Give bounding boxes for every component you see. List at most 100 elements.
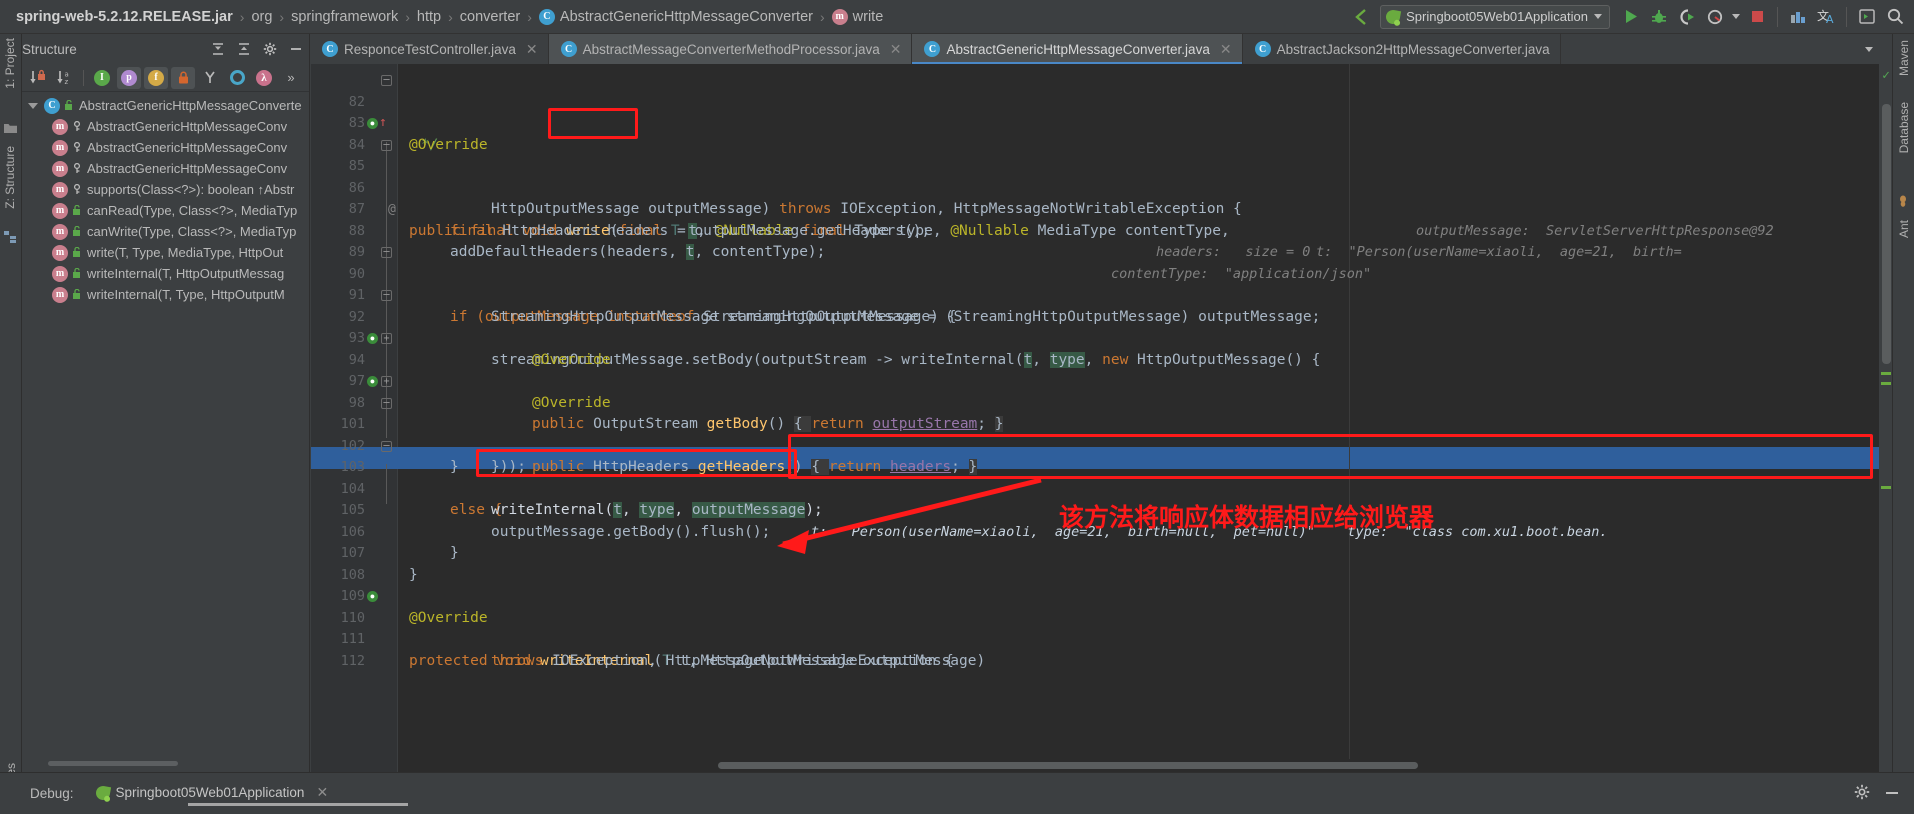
tool-window-database[interactable]: Database [1897, 102, 1911, 153]
tree-node-method[interactable]: m AbstractGenericHttpMessageConv [22, 116, 309, 137]
breakpoint-icon[interactable]: ● [367, 591, 378, 602]
debug-session-tab[interactable]: Springboot05Web01Application ✕ [94, 784, 328, 803]
breadcrumb-item-http[interactable]: http [411, 9, 447, 25]
tab-abstract-message-converter-method-processor[interactable]: C AbstractMessageConverterMethodProcesso… [548, 34, 913, 64]
sort-by-visibility-icon[interactable] [26, 67, 50, 89]
tree-node-write-internal-1[interactable]: m writeInternal(T, HttpOutputMessag [22, 263, 309, 284]
tool-window-structure[interactable]: Z: Structure [3, 146, 17, 209]
code-line-111[interactable]: 111 throws IOException, HttpMessageNotWr… [311, 608, 1892, 669]
tab-responce-test-controller[interactable]: C ResponceTestController.java ✕ [310, 34, 549, 64]
back-navigation-icon[interactable] [1348, 4, 1374, 30]
code-line-101[interactable]: 101 ─ })); [311, 393, 1892, 475]
terminal-button[interactable] [1854, 4, 1880, 30]
scrollbar-thumb[interactable] [718, 762, 1418, 769]
scroll-marker-change[interactable] [1881, 382, 1891, 385]
code-line-98[interactable]: 98 ● + public HttpHeaders getHeaders() {… [311, 371, 1892, 475]
code-line-112[interactable]: 112 [311, 629, 1892, 669]
translate-button[interactable]: 文 A [1813, 4, 1839, 30]
breadcrumb-item-org[interactable]: org [245, 9, 278, 25]
show-lambdas-icon[interactable]: λ [252, 67, 276, 89]
tab-abstract-generic-http-message-converter[interactable]: C AbstractGenericHttpMessageConverter.ja… [912, 34, 1243, 64]
close-icon[interactable]: ✕ [890, 41, 902, 58]
code-line-103[interactable]: 103 ─ else { [311, 436, 1892, 518]
run-configuration-selector[interactable]: Springboot05Web01Application [1380, 4, 1610, 29]
breadcrumb-item-jar[interactable]: spring-web-5.2.12.RELEASE.jar [10, 9, 239, 25]
code-line-91[interactable]: 91 StreamingHttpOutputMessage streamingO… [311, 264, 1892, 325]
breadcrumb-item-class[interactable]: C AbstractGenericHttpMessageConverter [533, 8, 819, 25]
code-line-93[interactable]: 93 @Override [311, 307, 1892, 368]
fold-toggle-icon[interactable]: ─ [381, 75, 392, 86]
fold-toggle-icon[interactable]: ─ [381, 139, 392, 151]
inspection-ok-icon[interactable]: ✓ [1882, 68, 1890, 83]
debug-button[interactable] [1646, 4, 1672, 30]
close-icon[interactable]: ✕ [316, 784, 328, 801]
close-icon[interactable]: ✕ [526, 41, 538, 58]
tree-node-can-read[interactable]: m canRead(Type, Class<?>, MediaTyp [22, 200, 309, 221]
code-line-92[interactable]: 92 ─ streamingOutputMessage.setBody(outp… [311, 285, 1892, 368]
code-line-108[interactable]: 108 [311, 543, 1892, 583]
sort-alphabetically-icon[interactable]: a z [53, 67, 77, 89]
breakpoint-icon[interactable]: ● [367, 376, 378, 387]
code-line-86[interactable]: 86 [311, 156, 1892, 196]
fold-toggle-icon[interactable]: ─ [381, 397, 392, 409]
fold-toggle-icon[interactable]: ─ [381, 290, 392, 301]
code-editor[interactable]: 82 ─ */ 83 @Override 84 ● ↑ @ public fin… [311, 64, 1892, 772]
run-button[interactable] [1618, 4, 1644, 30]
hide-panel-icon[interactable] [283, 37, 309, 61]
code-line-82[interactable]: 82 ─ */ [311, 70, 1892, 153]
code-line-104[interactable]: 104 writeInternal(t, type, outputMessage… [311, 457, 1892, 540]
more-options-icon[interactable]: » [279, 67, 303, 89]
tool-window-project[interactable]: 1: Project [3, 38, 17, 89]
code-line-105[interactable]: 105 outputMessage.getBody().flush(); [311, 479, 1892, 540]
tool-window-ant[interactable]: Ant [1897, 220, 1911, 238]
show-non-public-icon[interactable] [171, 66, 195, 89]
structure-horizontal-scrollbar[interactable] [48, 761, 178, 766]
fold-toggle-icon[interactable]: ─ [381, 247, 392, 258]
code-line-85[interactable]: 85 ─ HttpOutputMessage outputMessage) th… [311, 135, 1892, 239]
tree-node-supports[interactable]: m supports(Class<?>): boolean ↑Abstr [22, 179, 309, 200]
breakpoint-icon[interactable]: ● [367, 118, 378, 129]
settings-gear-icon[interactable] [1854, 784, 1870, 803]
code-line-94[interactable]: 94 ● + public OutputStream getBody() { r… [311, 328, 1892, 432]
fold-toggle-icon[interactable]: + [381, 376, 392, 387]
show-fields-icon[interactable]: f [144, 66, 168, 89]
breakpoint-icon[interactable]: ● [367, 333, 378, 344]
code-line-84[interactable]: 84 ● ↑ @ public final void write(final T… [311, 113, 1892, 260]
code-line-88[interactable]: 88 addDefaultHeaders(headers, t, content… [311, 199, 1892, 282]
code-line-97[interactable]: 97 @Override [311, 350, 1892, 411]
chevron-down-icon[interactable] [1856, 37, 1882, 61]
tree-node-write[interactable]: m write(T, Type, MediaType, HttpOut [22, 242, 309, 263]
scroll-marker-change[interactable] [1881, 486, 1891, 489]
profile-button[interactable] [1702, 4, 1728, 30]
tree-node-class[interactable]: C AbstractGenericHttpMessageConverte [22, 95, 309, 116]
scrollbar-thumb[interactable] [1882, 104, 1891, 364]
breadcrumb-item-method[interactable]: m write [826, 8, 890, 25]
breadcrumb-item-springframework[interactable]: springframework [285, 9, 404, 25]
code-line-87[interactable]: 87 final HttpHeaders headers = outputMes… [311, 178, 1892, 260]
profile-dropdown-icon[interactable] [1730, 4, 1742, 30]
collapse-all-icon[interactable] [231, 37, 257, 61]
tool-window-maven[interactable]: Maven [1897, 40, 1911, 76]
code-line-90[interactable]: 90 ─ if (outputMessage instanceof Stream… [311, 242, 1892, 325]
breadcrumb-item-converter[interactable]: converter [454, 9, 526, 25]
fold-toggle-icon[interactable]: ─ [381, 440, 392, 452]
override-arrow-icon[interactable]: ↑ [379, 116, 387, 130]
group-methods-icon[interactable] [198, 67, 222, 89]
code-line-110[interactable]: 110 ● protected void writeInternal(T t, … [311, 586, 1892, 669]
run-with-coverage-button[interactable] [1674, 4, 1700, 30]
editor-horizontal-scrollbar[interactable] [398, 759, 1879, 772]
tab-abstract-jackson2-http-message-converter[interactable]: C AbstractJackson2HttpMessageConverter.j… [1243, 34, 1561, 64]
scroll-marker-change[interactable] [1881, 372, 1891, 375]
stop-button[interactable] [1744, 4, 1770, 30]
close-icon[interactable]: ✕ [1220, 41, 1232, 58]
settings-gear-icon[interactable] [257, 37, 283, 61]
code-line-83[interactable]: 83 @Override [311, 92, 1892, 153]
code-line-102[interactable]: 102 } [311, 414, 1892, 476]
fold-toggle-icon[interactable]: + [381, 333, 392, 344]
tree-node-method[interactable]: m AbstractGenericHttpMessageConv [22, 158, 309, 179]
build-project-button[interactable] [1785, 4, 1811, 30]
editor-vertical-scrollbar[interactable] [1879, 64, 1892, 772]
tree-node-write-internal-2[interactable]: m writeInternal(T, Type, HttpOutputM [22, 284, 309, 305]
expand-all-icon[interactable] [205, 37, 231, 61]
search-everywhere-icon[interactable] [1882, 4, 1908, 30]
